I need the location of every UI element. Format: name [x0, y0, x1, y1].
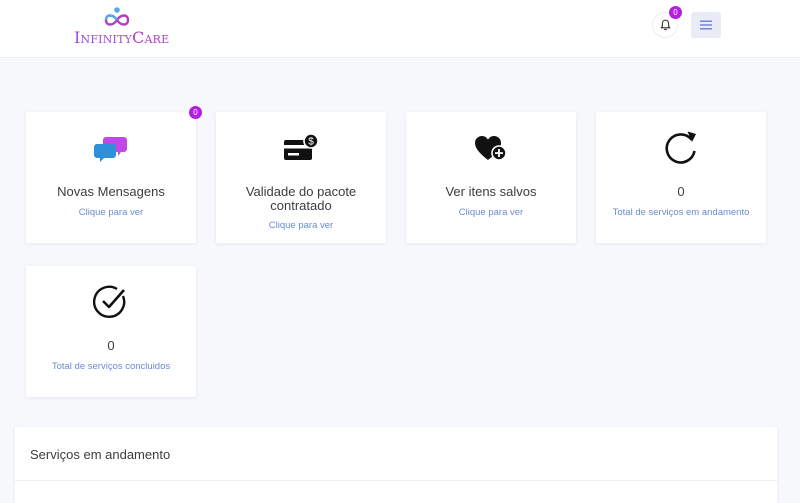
- services-completed-label[interactable]: Total de serviços concluidos: [30, 361, 192, 372]
- services-in-progress-count: 0: [677, 184, 685, 199]
- card-package-validity[interactable]: $ Validade do pacote contratado Clique p…: [216, 112, 386, 243]
- card-services-completed[interactable]: 0 Total de serviços concluidos: [26, 266, 196, 397]
- card-dollar-icon: $: [284, 133, 319, 160]
- refresh-icon: [665, 131, 696, 164]
- services-in-progress-label[interactable]: Total de serviços em andamento: [600, 207, 762, 218]
- chat-bubbles-icon: [94, 137, 127, 162]
- click-to-view-link[interactable]: Clique para ver: [220, 220, 382, 231]
- panel-title: Serviços em andamento: [30, 447, 171, 462]
- click-to-view-link[interactable]: Clique para ver: [410, 207, 572, 218]
- card-services-in-progress[interactable]: 0 Total de serviços em andamento: [596, 112, 766, 243]
- check-circle-icon: [93, 285, 126, 318]
- svg-text:$: $: [308, 137, 314, 148]
- infinity-care-logo[interactable]: InfinityCare: [72, 4, 169, 48]
- bell-icon: [660, 19, 670, 31]
- menu-toggle-button[interactable]: [691, 12, 721, 38]
- notifications-button[interactable]: 0: [652, 6, 682, 38]
- top-navbar: InfinityCare 0: [0, 0, 800, 58]
- logo-wordmark: InfinityCare: [74, 28, 170, 47]
- click-to-view-link[interactable]: Clique para ver: [30, 207, 192, 218]
- card-title: Novas Mensagens: [57, 184, 165, 199]
- services-completed-count: 0: [107, 338, 115, 353]
- divider: [15, 480, 777, 481]
- card-new-messages[interactable]: 0 Novas Mensagens Clique para ver: [26, 106, 202, 243]
- card-title: Validade do pacote contratado: [245, 184, 357, 213]
- hamburger-icon: [700, 20, 712, 30]
- services-in-progress-panel: Serviços em andamento: [15, 427, 777, 503]
- messages-count-badge: 0: [189, 106, 202, 119]
- infinity-person-logo-icon: [104, 7, 130, 26]
- heart-plus-icon: [475, 136, 507, 161]
- card-saved-items[interactable]: Ver itens salvos Clique para ver: [406, 112, 576, 243]
- card-title: Ver itens salvos: [445, 184, 537, 199]
- notification-count-badge: 0: [669, 6, 682, 19]
